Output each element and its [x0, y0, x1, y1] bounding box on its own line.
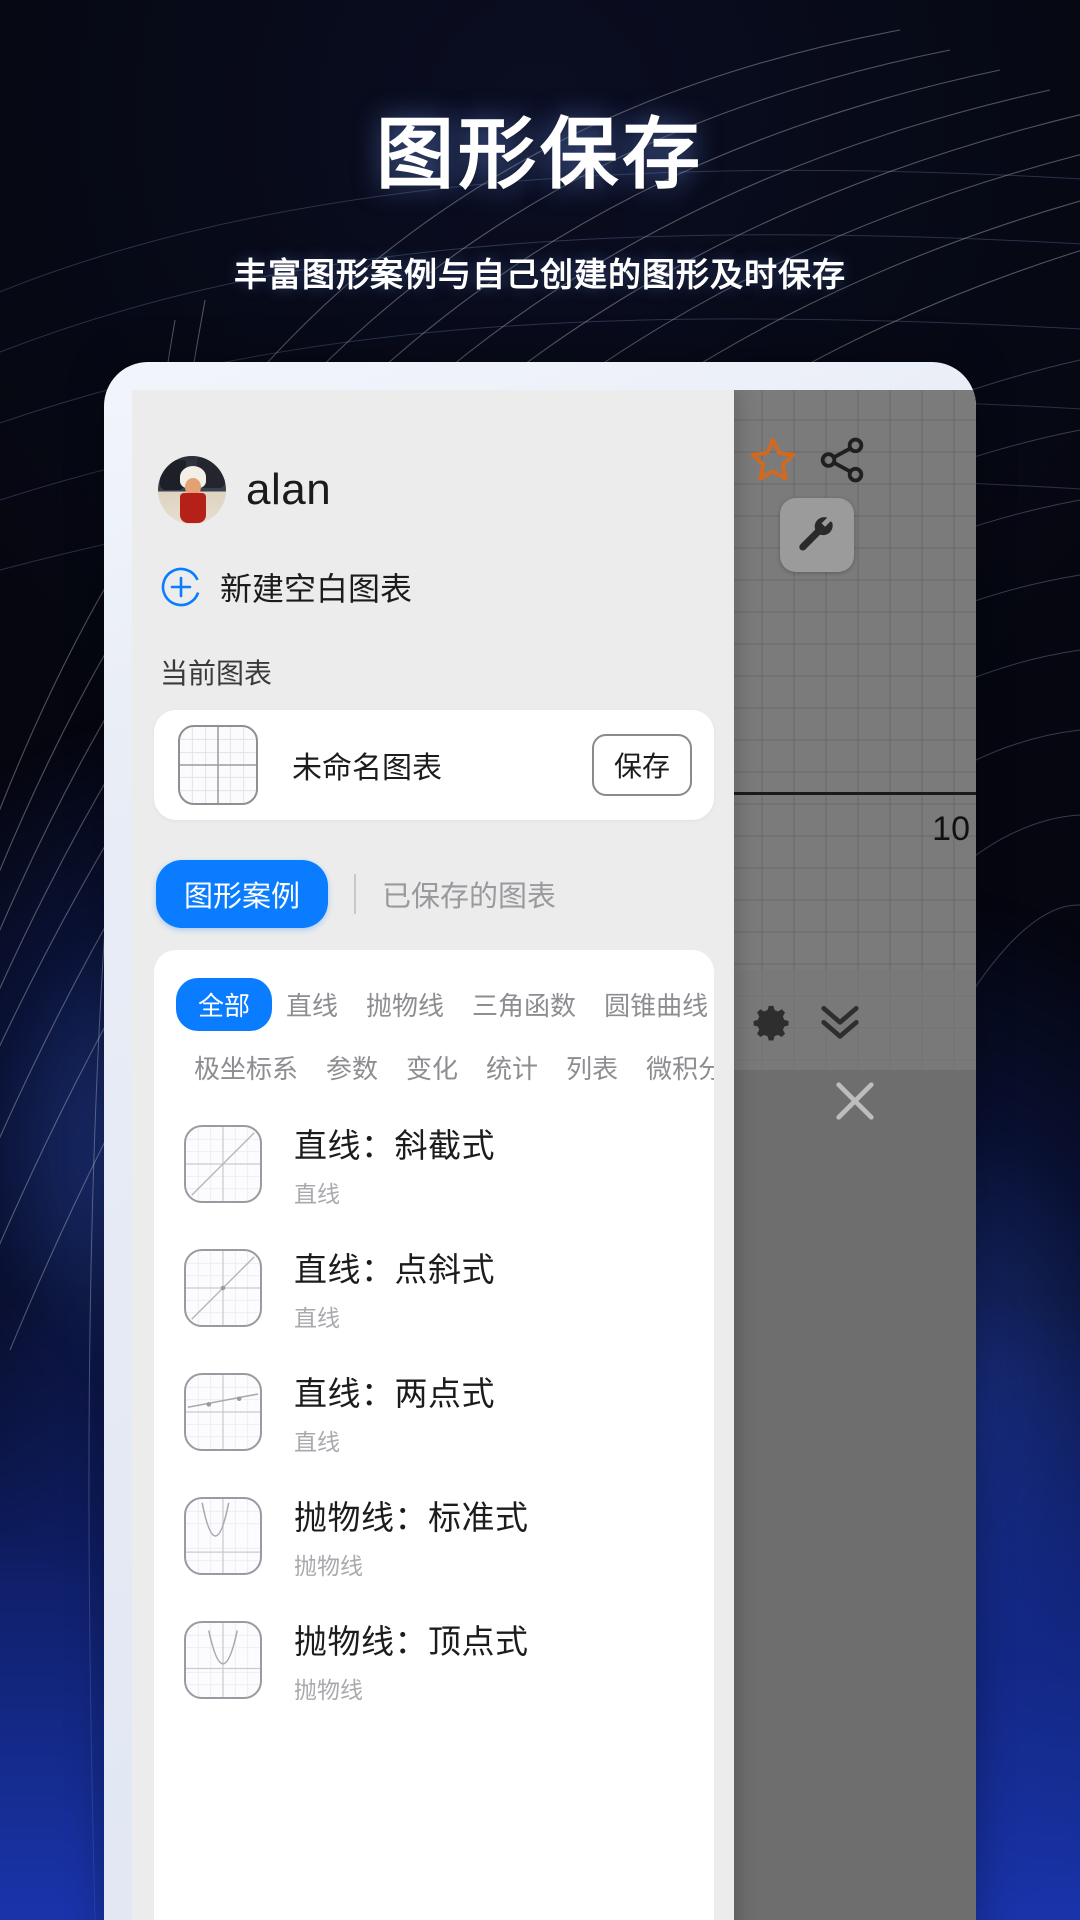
phone-screen: alan 新建空白图表 当前图表 未命名图表 保存 图形案例 已保存的图表 全部… [132, 390, 976, 1920]
list-item-subtitle: 直线 [294, 1305, 340, 1331]
category-chip-polar[interactable]: 极坐标系 [180, 1043, 312, 1092]
page-title: 图形保存 [375, 110, 704, 198]
current-chart-section-title: 当前图表 [160, 658, 273, 689]
category-filters: 全部 直线 抛物线 三角函数 圆锥曲线 极坐标系 参数 变化 统计 列表 微积分 [154, 950, 714, 1102]
canvas-dimmed-area [734, 1070, 976, 1920]
list-item-subtitle: 抛物线 [294, 1553, 363, 1579]
list-item-text: 直线：斜截式 直线 [294, 1119, 495, 1209]
examples-list: 直线：斜截式 直线 直线：点斜式 直线 直线：两点式 直线 抛物线：标准式 抛物… [154, 1102, 714, 1920]
parabola-vertex-icon [184, 1621, 262, 1699]
star-icon[interactable] [746, 434, 800, 488]
current-chart-card[interactable]: 未命名图表 保存 [154, 710, 714, 820]
category-chip-parabola[interactable]: 抛物线 [352, 980, 458, 1029]
list-item-title: 直线：两点式 [294, 1375, 495, 1412]
chevron-double-down-icon[interactable] [810, 990, 870, 1050]
line-two-point-icon [184, 1373, 262, 1451]
category-row-2: 极坐标系 参数 变化 统计 列表 微积分 [176, 1043, 714, 1092]
list-item-subtitle: 直线 [294, 1181, 340, 1207]
tab-saved-charts[interactable]: 已保存的图表 [382, 873, 556, 915]
list-item-text: 抛物线：标准式 抛物线 [294, 1491, 529, 1581]
graph-x-axis [734, 792, 976, 795]
plus-circle-icon [161, 567, 201, 607]
phone-mockup: alan 新建空白图表 当前图表 未命名图表 保存 图形案例 已保存的图表 全部… [104, 362, 976, 1920]
line-slope-intercept-icon [184, 1125, 262, 1203]
parabola-standard-icon [184, 1497, 262, 1575]
axis-tick-label: 10 [932, 810, 970, 848]
new-blank-chart-button[interactable]: 新建空白图表 [132, 524, 734, 610]
category-chip-transform[interactable]: 变化 [392, 1043, 472, 1092]
line-point-slope-icon [184, 1249, 262, 1327]
user-name: alan [246, 465, 332, 514]
tab-divider [354, 874, 357, 914]
close-icon[interactable] [826, 1072, 884, 1130]
list-item-subtitle: 直线 [294, 1429, 340, 1455]
category-chip-statistics[interactable]: 统计 [472, 1043, 552, 1092]
new-blank-chart-label: 新建空白图表 [220, 571, 413, 607]
page-subtitle: 丰富图形案例与自己创建的图形及时保存 [234, 256, 846, 293]
list-item-title: 直线：斜截式 [294, 1127, 495, 1164]
drawer-tabs: 图形案例 已保存的图表 [132, 820, 734, 928]
user-row[interactable]: alan [132, 390, 734, 524]
list-item[interactable]: 抛物线：标准式 抛物线 [154, 1474, 714, 1598]
graph-canvas[interactable]: 10 [734, 390, 976, 1920]
category-chip-parametric[interactable]: 参数 [312, 1043, 392, 1092]
grid-chart-icon [178, 725, 258, 805]
share-icon[interactable] [814, 432, 870, 488]
tab-shape-examples[interactable]: 图形案例 [156, 860, 329, 928]
gear-icon[interactable] [742, 994, 796, 1048]
examples-panel: 全部 直线 抛物线 三角函数 圆锥曲线 极坐标系 参数 变化 统计 列表 微积分… [154, 950, 714, 1920]
list-item-title: 抛物线：标准式 [294, 1499, 529, 1536]
list-item-text: 抛物线：顶点式 抛物线 [294, 1615, 529, 1705]
category-chip-calculus[interactable]: 微积分 [632, 1043, 714, 1092]
list-item[interactable]: 直线：两点式 直线 [154, 1350, 714, 1474]
list-item[interactable]: 直线：斜截式 直线 [154, 1102, 714, 1226]
category-chip-line[interactable]: 直线 [272, 980, 352, 1029]
category-chip-conic[interactable]: 圆锥曲线 [590, 980, 714, 1029]
list-item-title: 直线：点斜式 [294, 1251, 495, 1288]
save-button[interactable]: 保存 [591, 734, 692, 796]
list-item-text: 直线：两点式 直线 [294, 1367, 495, 1457]
list-item[interactable]: 抛物线：顶点式 抛物线 [154, 1598, 714, 1722]
current-chart-name: 未命名图表 [292, 752, 442, 785]
charts-drawer: alan 新建空白图表 当前图表 未命名图表 保存 图形案例 已保存的图表 全部… [132, 390, 734, 1920]
list-item-subtitle: 抛物线 [294, 1677, 363, 1703]
category-chip-all[interactable]: 全部 [176, 978, 273, 1031]
category-row-1: 全部 直线 抛物线 三角函数 圆锥曲线 [176, 978, 708, 1031]
list-item-text: 直线：点斜式 直线 [294, 1243, 495, 1333]
category-chip-list[interactable]: 列表 [552, 1043, 632, 1092]
category-chip-trigonometric[interactable]: 三角函数 [458, 980, 590, 1029]
list-item-title: 抛物线：顶点式 [294, 1623, 529, 1660]
wrench-icon[interactable] [780, 498, 854, 572]
avatar[interactable] [158, 456, 226, 524]
list-item[interactable]: 直线：点斜式 直线 [154, 1226, 714, 1350]
